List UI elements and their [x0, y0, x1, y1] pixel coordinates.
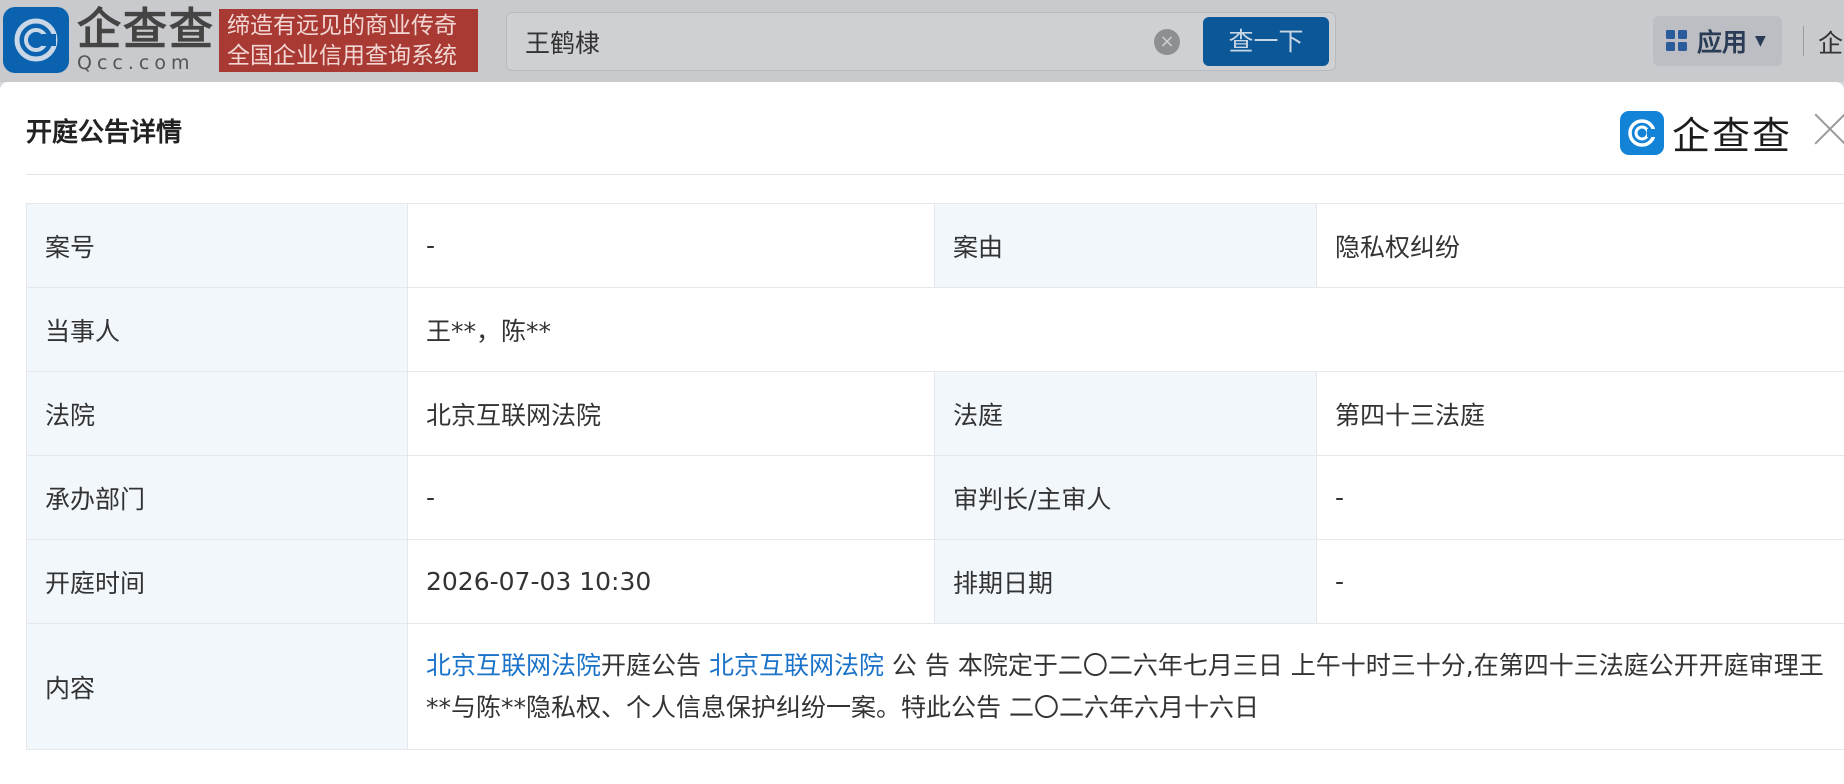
apps-grid-icon: [1666, 30, 1687, 51]
content-label: 内容: [26, 623, 408, 750]
hearing-time-value: 2026-07-03 10:30: [407, 539, 935, 624]
case-cause-value: 隐私权纠纷: [1316, 203, 1844, 288]
case-number-value: -: [407, 203, 935, 288]
search-button[interactable]: 查一下: [1203, 17, 1329, 66]
handling-dept-value: -: [407, 455, 935, 540]
tribunal-label: 法庭: [934, 371, 1317, 456]
modal-header-divider: [26, 174, 1844, 175]
search-input[interactable]: [525, 26, 1125, 58]
court-link-1[interactable]: 北京互联网法院: [426, 651, 601, 680]
logo-chinese-text: 企查查: [77, 4, 215, 55]
modal-brand-logo: 企查查: [1620, 105, 1792, 160]
slogan-line-2: 全国企业信用查询系统: [227, 43, 457, 69]
content-text-1: 开庭公告: [601, 650, 709, 680]
court-value: 北京互联网法院: [407, 371, 935, 456]
hearing-detail-table: 案号 - 案由 隐私权纠纷 当事人 王**，陈** 法院 北京互联网法院 法庭 …: [26, 203, 1844, 750]
court-label: 法院: [26, 371, 408, 456]
parties-label: 当事人: [26, 287, 408, 372]
table-row: 法院 北京互联网法院 法庭 第四十三法庭: [26, 371, 1844, 456]
slogan-banner: 缔造有远见的商业传奇 全国企业信用查询系统: [219, 9, 478, 72]
close-icon[interactable]: [1813, 112, 1844, 146]
qcc-brand-icon: [1620, 110, 1664, 155]
table-row: 当事人 王**，陈**: [26, 287, 1844, 372]
parties-value: 王**，陈**: [407, 287, 1844, 372]
case-number-label: 案号: [26, 203, 408, 288]
case-cause-label: 案由: [934, 203, 1317, 288]
court-link-2[interactable]: 北京互联网法院: [709, 651, 884, 680]
schedule-date-label: 排期日期: [934, 539, 1317, 624]
hearing-time-label: 开庭时间: [26, 539, 408, 624]
topbar-divider: [1803, 26, 1804, 56]
qcc-logo-icon: [3, 7, 69, 73]
logo-english-text: Qcc.com: [77, 52, 195, 74]
schedule-date-value: -: [1316, 539, 1844, 624]
topbar-enterprise-link[interactable]: 企: [1818, 24, 1843, 60]
content-value: 北京互联网法院开庭公告 北京互联网法院 公 告 本院定于二〇二六年七月三日 上午…: [407, 623, 1844, 750]
apps-label: 应用: [1697, 28, 1748, 57]
tribunal-value: 第四十三法庭: [1316, 371, 1844, 456]
modal-title: 开庭公告详情: [26, 118, 183, 148]
top-bar: 企查查 Qcc.com 缔造有远见的商业传奇 全国企业信用查询系统 × 查一下 …: [0, 0, 1844, 82]
apps-menu-button[interactable]: 应用 ▼: [1653, 16, 1782, 66]
table-row: 内容 北京互联网法院开庭公告 北京互联网法院 公 告 本院定于二〇二六年七月三日…: [26, 623, 1844, 750]
table-row: 承办部门 - 审判长/主审人 -: [26, 455, 1844, 540]
hearing-notice-modal: 开庭公告详情 企查查 案号 - 案由 隐私权纠纷 当事人 王**，陈** 法院: [0, 82, 1844, 784]
handling-dept-label: 承办部门: [26, 455, 408, 540]
slogan-line-1: 缔造有远见的商业传奇: [227, 13, 457, 39]
chevron-down-icon: ▼: [1755, 33, 1766, 49]
modal-brand-text: 企查查: [1672, 114, 1793, 158]
site-logo[interactable]: 企查查 Qcc.com: [3, 7, 215, 73]
table-row: 开庭时间 2026-07-03 10:30 排期日期 -: [26, 539, 1844, 624]
table-row: 案号 - 案由 隐私权纠纷: [26, 203, 1844, 288]
presiding-judge-value: -: [1316, 455, 1844, 540]
presiding-judge-label: 审判长/主审人: [934, 455, 1317, 540]
clear-search-icon[interactable]: ×: [1154, 29, 1180, 55]
